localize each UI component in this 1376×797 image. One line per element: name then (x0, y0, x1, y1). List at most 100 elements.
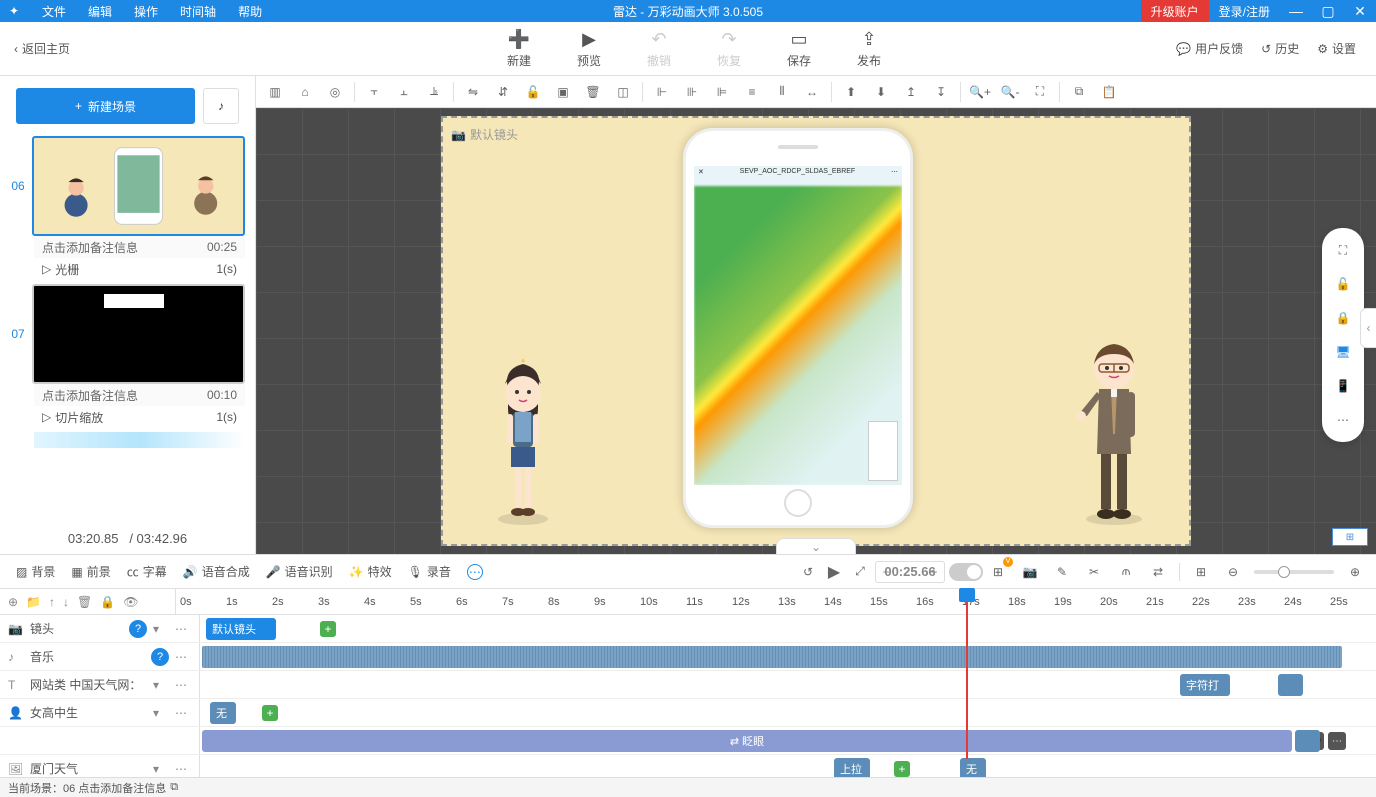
home-icon[interactable]: ⌂ (292, 79, 318, 105)
align-tool-icon[interactable]: ▥ (262, 79, 288, 105)
add-clip-button[interactable]: + (320, 621, 336, 637)
distribute-h-icon[interactable]: ≡ (739, 79, 765, 105)
canvas-stage[interactable]: 📷 默认镜头 ✕SEVP_AOC_RDCP_SLDAS_EBREF⋯ (256, 108, 1376, 554)
zoom-in-tl-icon[interactable]: ⊕ (1344, 561, 1366, 583)
upgrade-button[interactable]: 升级账户 (1141, 0, 1209, 22)
add-track-icon[interactable]: ⊕ (8, 595, 18, 609)
more-h-icon[interactable]: ⋯ (175, 762, 191, 776)
group-icon[interactable]: ◫ (610, 79, 636, 105)
send-back-icon[interactable]: ⬇ (868, 79, 894, 105)
cut-icon[interactable]: ✂ (1083, 561, 1105, 583)
redo-button[interactable]: ↷恢复 (694, 29, 764, 69)
plus-button[interactable]: + (924, 562, 944, 582)
more-icon[interactable]: ⋯ (1328, 732, 1346, 750)
more-button[interactable]: ⋯ (461, 564, 489, 580)
subtitle-button[interactable]: ㏄字幕 (121, 563, 173, 580)
scene-note-input[interactable]: 点击添加备注信息 00:25 (34, 236, 245, 258)
filter-icon[interactable]: ⫙ (1115, 561, 1137, 583)
expand-icon[interactable]: ⤢ (849, 561, 871, 583)
down-icon[interactable]: ↓ (63, 595, 69, 609)
zoom-out-tl-icon[interactable]: ⊖ (1222, 561, 1244, 583)
close-button[interactable]: ✕ (1344, 0, 1376, 22)
fullscreen-icon[interactable]: ⛶ (1333, 240, 1353, 260)
scene-thumbnail[interactable] (32, 136, 245, 236)
clip-end[interactable] (1295, 730, 1320, 752)
crop-icon[interactable]: ▣ (550, 79, 576, 105)
distribute-v-icon[interactable]: ⦀ (769, 79, 795, 105)
maximize-button[interactable]: ▢ (1312, 0, 1344, 22)
more-h-icon[interactable]: ⋯ (175, 678, 191, 692)
align-vcenter-icon[interactable]: ⫠ (391, 79, 417, 105)
girl-clip-wu[interactable]: 无 (210, 702, 236, 724)
trash-icon[interactable]: 🗑 (580, 79, 606, 105)
tts-button[interactable]: 🔊语音合成 (177, 563, 256, 580)
zoom-slider[interactable] (1254, 570, 1334, 574)
chevron-down-icon[interactable]: ▾ (153, 762, 169, 776)
record-button[interactable]: 🎙录音 (402, 563, 457, 580)
menu-action[interactable]: 操作 (124, 1, 168, 22)
scene-item[interactable]: 06 点击添加备注信息 00:25 (4, 136, 255, 280)
more-h-icon[interactable]: ⋯ (175, 706, 191, 720)
scene-thumbnail-partial[interactable] (34, 432, 245, 448)
text-clip-end[interactable] (1278, 674, 1303, 696)
collapse-handle[interactable]: ⌄ (776, 538, 856, 554)
keyframe-icon[interactable]: ⊞V (987, 561, 1009, 583)
man-character[interactable] (1069, 334, 1159, 534)
feedback-button[interactable]: 💬用户反馈 (1176, 40, 1243, 57)
back-home-button[interactable]: ‹ 返回主页 (0, 40, 84, 57)
spacing-icon[interactable]: ↔ (799, 79, 825, 105)
align-left-icon[interactable]: ⊩ (649, 79, 675, 105)
chevron-down-icon[interactable]: ▾ (153, 678, 169, 692)
more-icon[interactable]: ⋯ (1333, 410, 1353, 430)
monitor-icon[interactable]: 🖥 (1333, 342, 1353, 362)
align-right-icon[interactable]: ⊫ (709, 79, 735, 105)
forward-icon[interactable]: ↥ (898, 79, 924, 105)
undo-button[interactable]: ↶撤销 (624, 29, 694, 69)
camera-icon[interactable]: 📷 (1019, 561, 1041, 583)
scene-note-input[interactable]: 点击添加备注信息 00:10 (34, 384, 245, 406)
text-clip[interactable]: 字符打 (1180, 674, 1230, 696)
girl-blink-clip[interactable]: ⇄ 眨眼 (202, 730, 1292, 752)
menu-file[interactable]: 文件 (32, 1, 76, 22)
playhead[interactable] (966, 589, 968, 759)
add-clip-button[interactable]: + (262, 705, 278, 721)
fg-button[interactable]: ▦前景 (65, 563, 116, 580)
time-stepper[interactable]: − 00:25.66 + (875, 561, 945, 583)
fit-width-icon[interactable]: ⊞ (1190, 561, 1212, 583)
aspect-ratio-button[interactable]: ⊞ (1332, 528, 1368, 546)
bg-button[interactable]: ▨背景 (10, 563, 61, 580)
add-clip-button[interactable]: + (894, 761, 910, 777)
login-button[interactable]: 登录/注册 (1209, 3, 1280, 20)
scene-transition[interactable]: ▷光栅 1(s) (34, 258, 245, 280)
bring-front-icon[interactable]: ⬆ (838, 79, 864, 105)
up-icon[interactable]: ↑ (49, 595, 55, 609)
save-button[interactable]: ▭保存 (764, 29, 834, 69)
chevron-down-icon[interactable]: ▾ (153, 706, 169, 720)
menu-edit[interactable]: 编辑 (78, 1, 122, 22)
menu-help[interactable]: 帮助 (228, 1, 272, 22)
unlock-icon[interactable]: 🔓 (1333, 274, 1353, 294)
help-icon[interactable]: ? (129, 620, 147, 638)
girl-character[interactable] (483, 354, 563, 534)
mobile-icon[interactable]: 📱 (1333, 376, 1353, 396)
chevron-down-icon[interactable]: ▾ (153, 622, 169, 636)
toggle-switch[interactable] (949, 563, 983, 581)
lock-icon[interactable]: 🔒 (1333, 308, 1353, 328)
align-center-icon[interactable]: ⊪ (679, 79, 705, 105)
stage-content[interactable]: 📷 默认镜头 ✕SEVP_AOC_RDCP_SLDAS_EBREF⋯ (441, 116, 1191, 546)
align-top-icon[interactable]: ⫟ (361, 79, 387, 105)
delete-track-icon[interactable]: 🗑 (77, 595, 92, 609)
lock-track-icon[interactable]: 🔒 (100, 595, 115, 609)
flip-v-icon[interactable]: ⇵ (490, 79, 516, 105)
new-scene-button[interactable]: +新建场景 (16, 88, 195, 124)
scene-thumbnail[interactable] (32, 284, 245, 384)
paste-icon[interactable]: 📋 (1096, 79, 1122, 105)
lock-icon[interactable]: 🔓 (520, 79, 546, 105)
align-bottom-icon[interactable]: ⫡ (421, 79, 447, 105)
target-icon[interactable]: ◎ (322, 79, 348, 105)
play-button[interactable]: ▶ (823, 561, 845, 583)
fx-button[interactable]: ✨特效 (343, 563, 398, 580)
music-button[interactable]: ♪ (203, 88, 239, 124)
phone-element[interactable]: ✕SEVP_AOC_RDCP_SLDAS_EBREF⋯ (683, 128, 913, 528)
edit-icon[interactable]: ✎ (1051, 561, 1073, 583)
